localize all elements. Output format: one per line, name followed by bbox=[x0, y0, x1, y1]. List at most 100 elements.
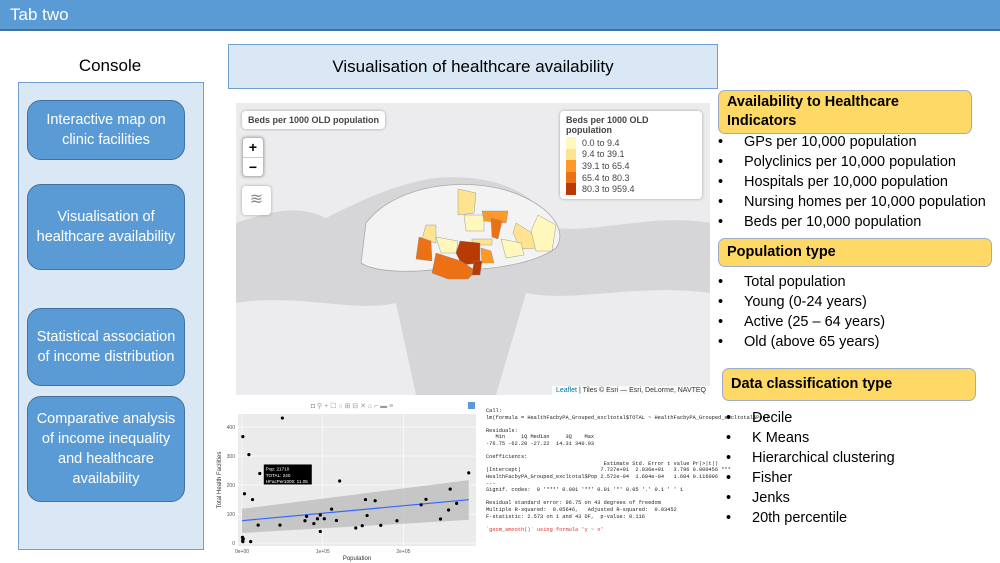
zoom-out-button[interactable]: − bbox=[243, 158, 263, 178]
attribution-text: | Tiles © Esri — Esri, DeLorme, NAVTEQ bbox=[577, 387, 706, 394]
map-region bbox=[457, 188, 477, 216]
legend-swatch bbox=[566, 171, 576, 184]
data-point[interactable] bbox=[280, 416, 284, 420]
data-point[interactable] bbox=[249, 540, 253, 544]
data-point[interactable] bbox=[258, 471, 262, 476]
tab-title: Tab two bbox=[10, 5, 69, 24]
map-region bbox=[471, 260, 483, 276]
regression-line: HealthFacbyPA_Grouped_excltotal$Pop 2.57… bbox=[486, 473, 719, 480]
classification-header: Data classification type bbox=[722, 368, 976, 401]
plotly-logo-icon[interactable] bbox=[468, 402, 475, 409]
classification-item: Decile bbox=[726, 408, 895, 428]
regression-line: Estimate Std. Error t value Pr(>|t|) bbox=[486, 460, 719, 467]
scatter-plot[interactable]: ◘ ⚲ + ☐ ○ ⊞ ⊟ ✕ ⌂ ⌐ ▬ ≡ 0 100 200 300 400 0e+0… bbox=[212, 400, 480, 563]
data-point[interactable] bbox=[354, 526, 358, 530]
data-point[interactable] bbox=[241, 540, 245, 544]
data-point[interactable] bbox=[241, 435, 245, 439]
legend-label: 39.1 to 65.4 bbox=[582, 160, 630, 171]
regression-line: Residuals: bbox=[486, 427, 518, 434]
legend-label: 65.4 to 80.3 bbox=[582, 172, 630, 183]
y-tick-label: 200 bbox=[227, 483, 236, 489]
data-point[interactable] bbox=[312, 522, 316, 526]
data-point[interactable] bbox=[250, 497, 255, 502]
data-point[interactable] bbox=[303, 519, 307, 523]
population-item: Young (0-24 years) bbox=[718, 292, 885, 312]
data-point[interactable] bbox=[455, 501, 459, 505]
map-region bbox=[463, 214, 485, 232]
legend-swatch bbox=[566, 183, 576, 195]
legend-item: 65.4 to 80.3 bbox=[566, 171, 696, 184]
data-point[interactable] bbox=[304, 514, 309, 519]
data-point[interactable] bbox=[448, 487, 452, 491]
legend-label: 0.0 to 9.4 bbox=[582, 137, 620, 148]
x-tick-label: 2e+05 bbox=[396, 549, 410, 555]
x-tick-label: 0e+00 bbox=[235, 549, 249, 555]
sidebar-title: Console bbox=[78, 56, 142, 75]
legend-swatch bbox=[566, 160, 576, 172]
zoom-in-button[interactable]: + bbox=[243, 138, 263, 158]
indicators-item: Hospitals per 10,000 population bbox=[718, 172, 986, 192]
indicators-item: Nursing homes per 10,000 population bbox=[718, 192, 986, 212]
page-title: Visualisation of healthcare availability bbox=[228, 44, 718, 89]
legend-label: 80.3 to 959.4 bbox=[582, 184, 635, 195]
sidebar-item-comparative-analysis[interactable]: Comparative analysis of income inequalit… bbox=[27, 396, 185, 502]
sidebar-item-visualisation[interactable]: Visualisation of healthcare availability bbox=[27, 184, 185, 270]
data-point[interactable] bbox=[363, 497, 368, 502]
legend-swatch bbox=[566, 137, 576, 149]
map-region bbox=[415, 236, 433, 262]
tab-title-bar: Tab two bbox=[0, 0, 1000, 31]
data-point[interactable] bbox=[373, 499, 377, 503]
data-point[interactable] bbox=[334, 518, 339, 523]
data-point[interactable] bbox=[419, 503, 423, 507]
choropleth-map[interactable]: Beds per 1000 OLD population + − ≋ Beds … bbox=[236, 103, 710, 395]
plotly-toolbar[interactable]: ◘ ⚲ + ☐ ○ ⊞ ⊟ ✕ ⌂ ⌐ ▬ ≡ bbox=[311, 402, 393, 410]
classification-item: Hierarchical clustering bbox=[726, 448, 895, 468]
data-point[interactable] bbox=[315, 517, 320, 521]
data-point[interactable] bbox=[318, 529, 322, 534]
classification-item: 20th percentile bbox=[726, 508, 895, 528]
data-point[interactable] bbox=[467, 471, 471, 475]
y-tick-label: 0 bbox=[232, 541, 235, 547]
regression-line: Signif. codes: 0 '***' 0.001 '**' 0.01 '… bbox=[486, 487, 684, 494]
data-point[interactable] bbox=[247, 453, 251, 457]
sidebar-item-statistical-association[interactable]: Statistical association of income distri… bbox=[27, 308, 185, 386]
data-point[interactable] bbox=[424, 497, 428, 501]
regression-line: F-statistic: 2.573 on 1 and 43 DF, p-val… bbox=[486, 513, 645, 520]
population-item: Total population bbox=[718, 272, 885, 292]
tooltip-line: HFacPer1000: 11.05 bbox=[266, 479, 308, 484]
data-point[interactable] bbox=[329, 507, 334, 511]
y-axis-label: Total Health Facilities bbox=[217, 452, 223, 509]
regression-line bbox=[486, 520, 736, 527]
map-attribution: Leaflet | Tiles © Esri — Esri, DeLorme, … bbox=[551, 386, 710, 395]
data-point[interactable] bbox=[322, 517, 326, 521]
legend-item: 80.3 to 959.4 bbox=[566, 183, 696, 195]
regression-line: lm(formula = HealthFacbyPA_Grouped_exclt… bbox=[486, 414, 769, 421]
regression-line: Call: bbox=[486, 408, 502, 414]
regression-line: Min 1Q Median 3Q Max bbox=[486, 434, 595, 441]
y-tick-label: 100 bbox=[227, 512, 236, 518]
data-point[interactable] bbox=[446, 508, 451, 512]
map-legend: Beds per 1000 OLD population 0.0 to 9.4 9… bbox=[560, 111, 702, 199]
legend-item: 39.1 to 65.4 bbox=[566, 160, 696, 172]
leaflet-link[interactable]: Leaflet bbox=[556, 387, 577, 394]
layers-icon[interactable]: ≋ bbox=[242, 186, 271, 215]
data-point[interactable] bbox=[242, 492, 247, 496]
x-axis-label: Population bbox=[343, 556, 371, 562]
indicators-item: Beds per 10,000 population bbox=[718, 212, 986, 232]
data-point[interactable] bbox=[379, 523, 383, 528]
regression-line: Coefficients: bbox=[486, 454, 528, 461]
data-point[interactable] bbox=[365, 513, 369, 518]
data-point[interactable] bbox=[395, 519, 399, 523]
data-point[interactable] bbox=[338, 479, 342, 483]
population-item: Active (25 – 64 years) bbox=[718, 312, 885, 332]
data-point[interactable] bbox=[278, 523, 282, 527]
tooltip-line: TOTAL: 240 bbox=[266, 473, 291, 478]
tooltip: Pop: 21710 TOTAL: 240HFacPer1000: 11.05 bbox=[263, 464, 312, 485]
data-point[interactable] bbox=[241, 537, 245, 541]
data-point[interactable] bbox=[318, 513, 322, 517]
sidebar-item-interactive-map[interactable]: Interactive map on clinic facilities bbox=[27, 100, 185, 160]
data-point[interactable] bbox=[438, 517, 443, 521]
data-point[interactable] bbox=[256, 523, 260, 527]
data-point[interactable] bbox=[360, 524, 364, 528]
indicators-item: Polyclinics per 10,000 population bbox=[718, 152, 986, 172]
